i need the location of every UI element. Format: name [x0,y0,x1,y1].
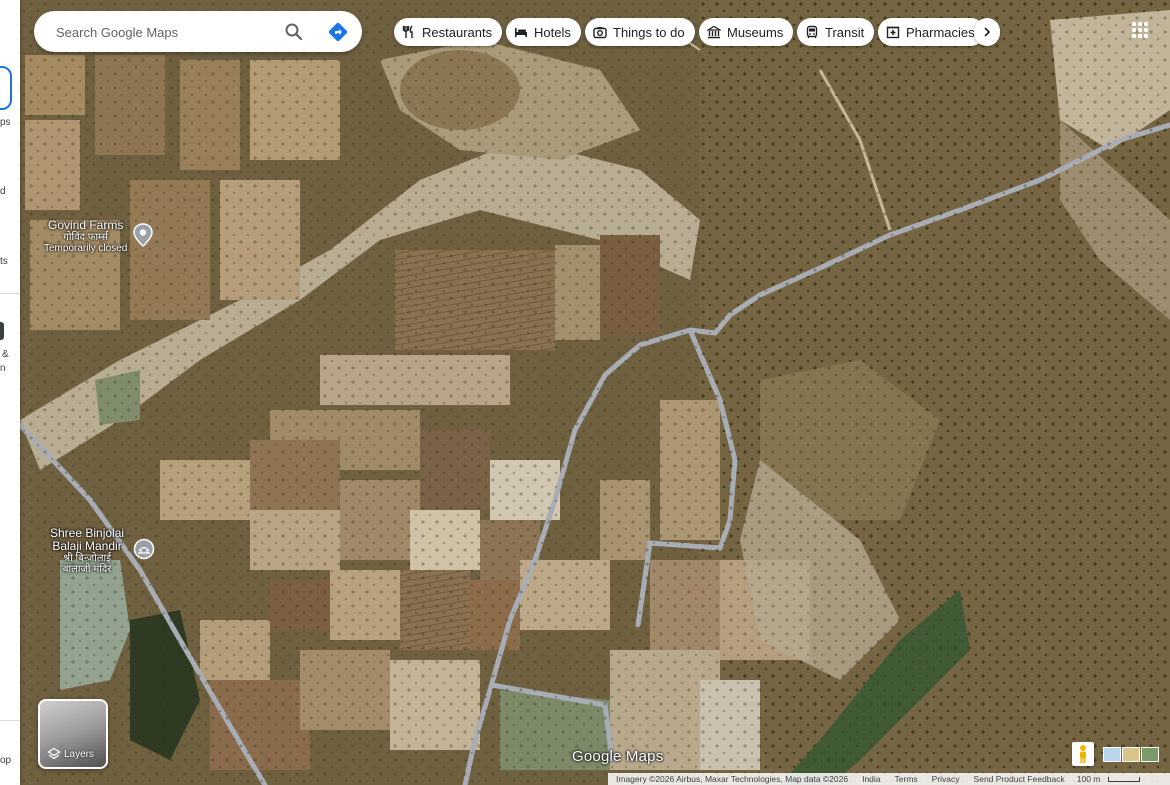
side-rail: ps d ts & n op [0,0,20,785]
hotel-icon [515,28,527,37]
map-type-thumbnails[interactable] [1098,744,1162,766]
terms-link[interactable]: Terms [895,774,918,784]
google-maps-logo: Google Maps [572,748,664,765]
scale-label: 100 m [1076,774,1101,784]
layers-label: Layers [64,749,95,760]
temple-pin-icon[interactable] [133,538,155,560]
place-label-govind-farms[interactable]: Govind Farms गोविंद फार्म्स Temporarily … [44,218,128,255]
map-footer: Imagery ©2026 Airbus, Maxar Technologies… [608,773,1170,785]
rail-divider [0,720,20,721]
scale-control[interactable]: 100 m [1077,774,1141,784]
chip-label: Restaurants [422,24,493,40]
rail-label: n [0,363,6,374]
chip-pharmacies[interactable]: Pharmacies [878,18,985,46]
street-view-pegman[interactable] [1072,742,1094,766]
pegman-icon [1080,745,1086,763]
transit-icon [806,25,818,39]
place-status: Temporarily closed [44,243,128,254]
chevron-right-icon [984,27,991,37]
satellite-map[interactable] [0,0,1170,785]
saved-button[interactable] [0,66,12,110]
rail-label: d [0,186,6,197]
chip-hotels[interactable]: Hotels [506,18,581,46]
terrain-thumbnail[interactable] [1122,747,1140,762]
directions-button[interactable] [326,20,350,44]
privacy-link[interactable]: Privacy [932,774,960,784]
search-input[interactable] [54,21,268,43]
map-pin-icon[interactable] [133,223,153,247]
chip-label: Museums [727,24,784,40]
chips-next-button[interactable] [974,18,1000,46]
directions-icon [328,22,348,42]
google-apps-button[interactable] [1132,22,1148,38]
rail-label: ts [0,256,8,267]
recent-place-thumbnail[interactable] [0,322,4,340]
pharmacy-icon [886,26,900,39]
place-native-name: श्री बिन्जोलाई [63,553,112,564]
place-name: Govind Farms [48,218,124,232]
chip-label: Pharmacies [906,24,975,40]
rail-label: ps [0,117,11,128]
chip-things-to-do[interactable]: Things to do [585,18,695,46]
place-native-name: गोविंद फार्म्स [63,232,109,243]
place-native-name: बालाजी मंदिर [62,564,112,575]
place-label-shree-binjolai-balaji-mandir[interactable]: Shree Binjolai Balaji Mandir श्री बिन्जो… [50,527,124,576]
globe-thumbnail[interactable] [1141,747,1159,762]
search-button[interactable] [282,20,306,44]
chip-restaurants[interactable]: Restaurants [394,18,503,46]
search-box [34,11,362,52]
map-thumbnail[interactable] [1103,747,1121,762]
feedback-link[interactable]: Send Product Feedback [974,774,1065,784]
chip-label: Things to do [613,24,685,40]
chip-label: Transit [825,24,865,40]
restaurant-icon [402,25,413,38]
chip-label: Hotels [534,24,571,40]
scale-bar [1108,777,1141,783]
rail-label: op [0,755,12,766]
rail-divider [0,293,20,294]
place-name: Balaji Mandir [52,539,122,553]
layers-button[interactable]: Layers [38,699,108,769]
camera-icon [593,27,607,39]
search-icon [285,23,303,41]
museum-icon [707,25,721,39]
imagery-attribution: Imagery ©2026 Airbus, Maxar Technologies… [616,774,849,784]
chip-transit[interactable]: Transit [797,18,875,46]
country-link[interactable]: India [862,774,880,784]
chip-museums[interactable]: Museums [699,18,794,46]
layers-icon [47,747,61,760]
rail-label: & [2,349,9,360]
satellite-imagery [0,0,1170,785]
